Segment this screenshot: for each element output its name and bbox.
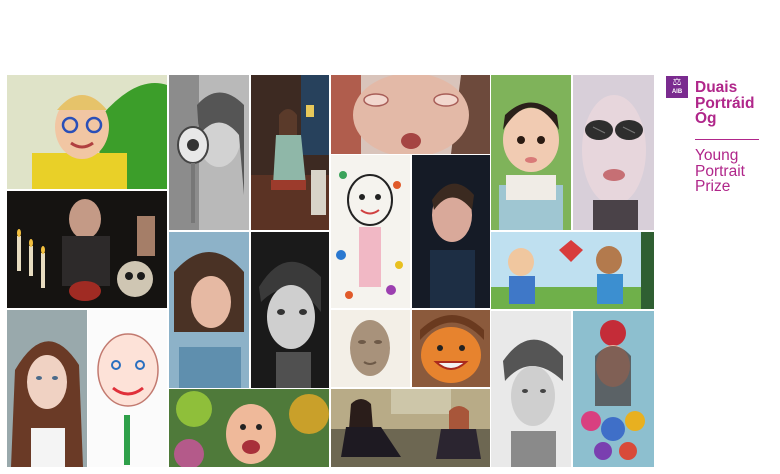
portrait-tile-girl-with-flowers (573, 311, 654, 467)
prize-title-english-line: Young (695, 147, 739, 164)
portrait-tile-colourful-child-drawing (331, 155, 410, 308)
prize-title-english-line: Portrait (695, 162, 745, 180)
portrait-tile-pencil-boy (491, 311, 571, 467)
portrait-tile-crayon-face (88, 310, 167, 467)
prize-title-irish-line: Duais (695, 79, 738, 96)
portrait-tile-girl-blue-background (169, 232, 249, 388)
portrait-tile-distorted-face (331, 75, 490, 154)
prize-title-irish: Duais Portráid Óg (695, 80, 754, 127)
prize-title-irish-line: Portráid (695, 94, 755, 112)
portrait-tile-woman-with-wine-glass (169, 75, 249, 230)
title-divider (695, 139, 759, 140)
portrait-tile-leafy-face (169, 389, 329, 467)
aib-logo-text: AIB (671, 89, 683, 95)
portrait-tile-smiling-orange-face (412, 310, 490, 387)
aib-logo: ⚖ AIB (666, 76, 688, 98)
portrait-tile-boy-with-glasses (7, 75, 167, 189)
portrait-tile-children-with-kite (491, 232, 654, 309)
prize-title-english: Young Portrait Prize (695, 148, 745, 195)
aib-ark-icon: ⚖ (672, 77, 682, 88)
portrait-tile-woman-with-sunglasses (573, 75, 654, 230)
portrait-tile-black-and-white-boy (251, 232, 329, 388)
prize-title-english-line: Prize (695, 178, 731, 195)
portrait-tile-young-woman (7, 310, 87, 467)
prize-title-irish-line: Óg (695, 110, 717, 127)
portrait-tile-toddler (491, 75, 571, 230)
portrait-tile-clay-head (331, 310, 410, 387)
portrait-tile-two-women-on-sofa (331, 389, 490, 467)
portrait-tile-candles-and-skull (7, 191, 167, 308)
portrait-tile-young-man-dark (412, 155, 490, 308)
portrait-tile-woman-on-chair (251, 75, 329, 230)
